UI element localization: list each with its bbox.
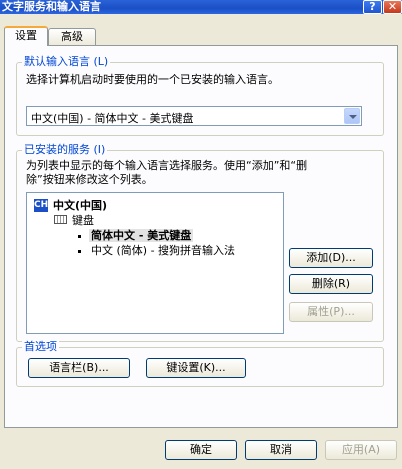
tree-language-node[interactable]: 中文(中国)	[53, 199, 107, 212]
language-bar-button-label: 语言栏(B)...	[49, 361, 109, 374]
default-language-value: 中文(中国) - 简体中文 - 美式键盘	[31, 112, 194, 125]
bullet-icon	[78, 235, 81, 238]
help-button[interactable]: ?	[363, 0, 382, 14]
apply-button-label: 应用(A)	[341, 443, 381, 456]
tree-category-node[interactable]: 键盘	[72, 214, 94, 227]
remove-button-label: 删除(R)	[311, 277, 351, 290]
window-title: 文字服务和输入语言	[2, 0, 101, 13]
cancel-button[interactable]: 取消	[245, 440, 317, 460]
chevron-down-icon[interactable]	[344, 108, 360, 124]
tab-settings[interactable]: 设置	[4, 26, 48, 46]
add-button[interactable]: 添加(D)...	[289, 248, 373, 268]
ok-button-label: 确定	[190, 443, 212, 456]
title-bar[interactable]: 文字服务和输入语言	[0, 0, 402, 14]
preferences-legend: 首选项	[22, 340, 59, 353]
key-settings-button[interactable]: 键设置(K)...	[146, 358, 246, 378]
language-bar-button[interactable]: 语言栏(B)...	[28, 358, 130, 378]
installed-services-description-2: 除”按钮来修改这个列表。	[26, 173, 153, 186]
close-icon: ✕	[387, 0, 398, 13]
cancel-button-label: 取消	[270, 443, 292, 456]
add-button-label: 添加(D)...	[306, 251, 356, 264]
properties-button-label: 属性(P)...	[307, 305, 355, 318]
key-settings-button-label: 键设置(K)...	[166, 361, 226, 374]
tree-service-item[interactable]: 简体中文 - 美式键盘	[89, 229, 194, 242]
default-language-description: 选择计算机启动时要使用的一个已安装的输入语言。	[26, 73, 279, 86]
tab-advanced[interactable]: 高级	[48, 28, 96, 46]
ok-button[interactable]: 确定	[165, 440, 237, 460]
default-language-legend: 默认输入语言 (L)	[22, 55, 111, 68]
close-button[interactable]: ✕	[383, 0, 402, 14]
installed-services-legend: 已安装的服务 (I)	[22, 143, 108, 156]
language-badge-icon: CH	[34, 199, 49, 212]
keyboard-icon	[54, 215, 67, 224]
bullet-icon	[78, 250, 81, 253]
tree-service-item[interactable]: 中文 (简体) - 搜狗拼音输入法	[91, 244, 235, 257]
apply-button[interactable]: 应用(A)	[325, 440, 397, 460]
tab-advanced-label: 高级	[61, 30, 83, 43]
remove-button[interactable]: 删除(R)	[289, 274, 373, 294]
tab-settings-label: 设置	[15, 29, 37, 42]
installed-services-description-1: 为列表中显示的每个输入语言选择服务。使用“添加”和“删	[26, 159, 308, 172]
help-icon: ?	[369, 0, 376, 13]
properties-button[interactable]: 属性(P)...	[289, 302, 373, 322]
installed-services-tree[interactable]: CH 中文(中国) 键盘 简体中文 - 美式键盘 中文 (简体) - 搜狗拼音输…	[26, 192, 284, 334]
default-language-select[interactable]: 中文(中国) - 简体中文 - 美式键盘	[26, 106, 362, 126]
